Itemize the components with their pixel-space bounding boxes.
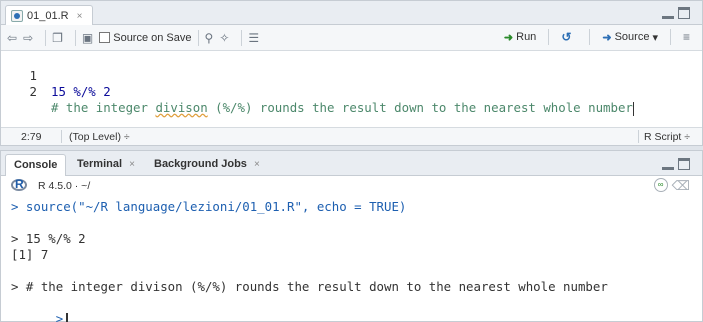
editor-tabbar: 01_01.R × xyxy=(1,1,702,26)
source-button[interactable]: ➜ Source ▾ xyxy=(602,31,658,44)
console-output[interactable]: > source("~/R language/lezioni/01_01.R",… xyxy=(1,199,702,322)
editor-file-tab-label: 01_01.R xyxy=(27,10,69,22)
tab-background-jobs-label: Background Jobs xyxy=(154,158,247,170)
back-arrow-icon[interactable]: ⇦ xyxy=(7,31,17,45)
close-icon[interactable]: × xyxy=(77,11,83,22)
minimize-icon[interactable] xyxy=(662,7,674,19)
cursor-position: 2:79 xyxy=(21,131,42,143)
toolbar-divider xyxy=(74,29,76,46)
code-token: # the integer xyxy=(51,100,156,115)
close-icon[interactable]: × xyxy=(254,159,260,170)
console-window-controls xyxy=(662,158,690,170)
editor-window-controls xyxy=(662,7,690,19)
source-arrow-icon: ➜ xyxy=(602,31,612,44)
toolbar-divider xyxy=(669,29,671,45)
run-arrow-icon: ➜ xyxy=(503,31,514,44)
r-logo-letter: R xyxy=(15,177,24,191)
show-in-window-icon[interactable]: ❐ xyxy=(52,31,63,45)
compile-report-icon[interactable]: ☰ xyxy=(248,31,259,45)
toolbar-divider xyxy=(589,29,591,45)
editor-file-tab[interactable]: 01_01.R × xyxy=(5,5,93,26)
scope-selector[interactable]: (Top Level) ÷ xyxy=(69,131,130,143)
console-prompt: > xyxy=(55,311,64,322)
console-info-actions: ∞ ⌫ xyxy=(653,178,690,194)
tab-console[interactable]: Console xyxy=(5,154,67,176)
console-line: > # the integer divison (%/%) rounds the… xyxy=(11,279,608,294)
maximize-icon[interactable] xyxy=(678,7,690,19)
source-on-save-label: Source on Save xyxy=(113,31,192,44)
console-info-bar: R R 4.5.0 · ~/ ∞ ⌫ xyxy=(1,176,702,196)
code-editor[interactable]: 1 15 %/% 2 2 # the integer divison (%/%)… xyxy=(1,52,702,126)
source-on-save-checkbox[interactable] xyxy=(99,32,111,43)
editor-toolbar-right: ➜ Run ↺ ➜ Source ▾ ≡ xyxy=(504,29,696,45)
status-divider xyxy=(638,130,639,143)
console-tabbar: Console Terminal × Background Jobs × xyxy=(1,151,702,176)
source-button-label: Source xyxy=(614,31,650,43)
code-token: (%/%) rounds the result down to the near… xyxy=(207,100,633,115)
console-line: > 15 %/% 2 xyxy=(11,231,86,246)
toolbar-divider xyxy=(45,29,47,46)
outline-icon[interactable]: ≡ xyxy=(683,30,690,44)
editor-status-bar: 2:79 (Top Level) ÷ R Script ÷ xyxy=(1,127,702,145)
search-icon[interactable]: ⚲ xyxy=(205,31,214,45)
filetype-selector[interactable]: R Script ÷ xyxy=(644,131,690,143)
editor-pane: 01_01.R × ⇦ ⇨ ❐ ▣ Source on Save ⚲ ✧ ☰ ➜… xyxy=(0,0,703,146)
editor-toolbar: ⇦ ⇨ ❐ ▣ Source on Save ⚲ ✧ ☰ ➜ Run ↺ ➜ S… xyxy=(1,25,702,51)
code-tools-wand-icon[interactable]: ✧ xyxy=(219,31,229,45)
toolbar-divider xyxy=(241,29,243,46)
line-number: 2 xyxy=(29,84,37,99)
console-line: > source("~/R language/lezioni/01_01.R",… xyxy=(11,199,407,214)
maximize-icon[interactable] xyxy=(678,158,690,170)
code-line: 2 # the integer divison (%/%) rounds the… xyxy=(1,68,702,116)
code-token: 15 %/% 2 xyxy=(51,84,111,99)
tab-terminal[interactable]: Terminal × xyxy=(69,154,143,176)
source-dropdown-icon[interactable]: ▾ xyxy=(652,31,658,44)
status-divider xyxy=(61,130,62,143)
console-input-line[interactable]: > xyxy=(11,295,702,322)
code-line: 1 15 %/% 2 xyxy=(1,52,702,99)
rerun-icon[interactable]: ↺ xyxy=(561,30,571,44)
broom-clear-icon[interactable]: ⌫ xyxy=(672,178,690,194)
interrupt-icon[interactable]: ∞ xyxy=(653,178,668,192)
close-icon[interactable]: × xyxy=(129,159,135,170)
run-button[interactable]: ➜ Run xyxy=(504,31,536,44)
tab-console-label: Console xyxy=(14,159,58,171)
tab-terminal-label: Terminal xyxy=(77,158,123,170)
toolbar-divider xyxy=(548,29,550,45)
text-caret xyxy=(632,101,634,116)
tab-background-jobs[interactable]: Background Jobs × xyxy=(146,154,268,176)
code-text: 15 %/% 2 xyxy=(51,84,111,100)
run-button-label: Run xyxy=(516,31,537,43)
minimize-icon[interactable] xyxy=(662,158,674,170)
save-icon[interactable]: ▣ xyxy=(82,31,93,45)
spellcheck-token: divison xyxy=(155,100,208,115)
code-text: # the integer divison (%/%) rounds the r… xyxy=(51,100,634,116)
forward-arrow-icon[interactable]: ⇨ xyxy=(23,31,33,45)
text-caret xyxy=(66,312,69,322)
r-file-icon xyxy=(11,10,23,22)
toolbar-divider xyxy=(197,29,199,46)
console-pane: Console Terminal × Background Jobs × R R… xyxy=(0,150,703,322)
r-version-label: R 4.5.0 · ~/ xyxy=(38,180,91,192)
console-line: [1] 7 xyxy=(11,247,49,262)
